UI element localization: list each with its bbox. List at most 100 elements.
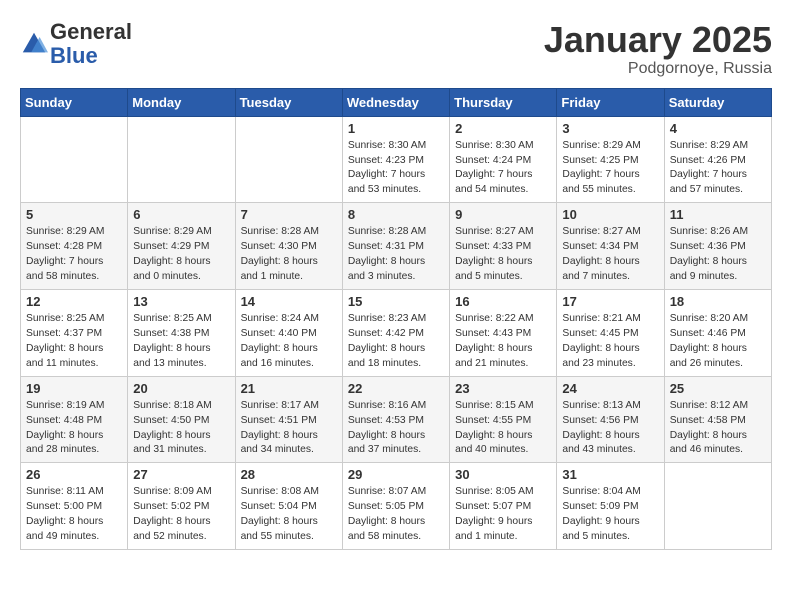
day-info: Sunrise: 8:07 AM Sunset: 5:05 PM Dayligh…	[348, 485, 444, 545]
day-number: 23	[455, 381, 551, 396]
month-title: January 2025	[544, 20, 772, 60]
calendar-week-row: 19 Sunrise: 8:19 AM Sunset: 4:48 PM Dayli…	[21, 376, 772, 463]
day-number: 29	[348, 467, 444, 482]
day-number: 3	[562, 121, 658, 136]
calendar-cell: 16Sunrise: 8:22 AM Sunset: 4:43 PM Dayli…	[450, 289, 557, 376]
day-info: Sunrise: 8:04 AM Sunset: 5:09 PM Dayligh…	[562, 485, 658, 545]
weekday-header: Thursday	[450, 88, 557, 116]
day-info: Sunrise: 8:19 AM Sunset: 4:48 PM Dayligh…	[26, 399, 122, 459]
weekday-header: Tuesday	[235, 88, 342, 116]
day-number: 10	[562, 207, 658, 222]
logo-icon	[20, 30, 48, 58]
weekday-header: Monday	[128, 88, 235, 116]
day-info: Sunrise: 8:26 AM Sunset: 4:36 PM Dayligh…	[670, 225, 766, 285]
calendar-header-row: SundayMondayTuesdayWednesdayThursdayFrid…	[21, 88, 772, 116]
day-info: Sunrise: 8:27 AM Sunset: 4:33 PM Dayligh…	[455, 225, 551, 285]
calendar-cell: 4 Sunrise: 8:29 AM Sunset: 4:26 PM Daylig…	[664, 116, 771, 203]
day-info: Sunrise: 8:17 AM Sunset: 4:51 PM Dayligh…	[241, 399, 337, 459]
day-info: Sunrise: 8:29 AM Sunset: 4:28 PM Dayligh…	[26, 225, 122, 285]
day-info: Sunrise: 8:23 AM Sunset: 4:42 PM Dayligh…	[348, 312, 444, 372]
day-number: 20	[133, 381, 229, 396]
weekday-header: Friday	[557, 88, 664, 116]
title-block: January 2025 Podgornoye, Russia	[544, 20, 772, 78]
day-info: Sunrise: 8:09 AM Sunset: 5:02 PM Dayligh…	[133, 485, 229, 545]
day-number: 16	[455, 294, 551, 309]
calendar-cell: 18 Sunrise: 8:20 AM Sunset: 4:46 PM Dayli…	[664, 289, 771, 376]
calendar-cell: 13 Sunrise: 8:25 AM Sunset: 4:38 PM Dayli…	[128, 289, 235, 376]
calendar-cell: 17Sunrise: 8:21 AM Sunset: 4:45 PM Dayli…	[557, 289, 664, 376]
weekday-header: Saturday	[664, 88, 771, 116]
calendar-cell: 7 Sunrise: 8:28 AM Sunset: 4:30 PM Daylig…	[235, 203, 342, 290]
calendar-cell: 25 Sunrise: 8:12 AM Sunset: 4:58 PM Dayli…	[664, 376, 771, 463]
calendar-cell: 30 Sunrise: 8:05 AM Sunset: 5:07 PM Dayli…	[450, 463, 557, 550]
calendar-cell	[235, 116, 342, 203]
calendar-cell: 3 Sunrise: 8:29 AM Sunset: 4:25 PM Daylig…	[557, 116, 664, 203]
calendar-cell: 14Sunrise: 8:24 AM Sunset: 4:40 PM Dayli…	[235, 289, 342, 376]
day-number: 8	[348, 207, 444, 222]
day-number: 31	[562, 467, 658, 482]
day-info: Sunrise: 8:08 AM Sunset: 5:04 PM Dayligh…	[241, 485, 337, 545]
day-number: 6	[133, 207, 229, 222]
calendar-cell: 2Sunrise: 8:30 AM Sunset: 4:24 PM Daylig…	[450, 116, 557, 203]
day-info: Sunrise: 8:18 AM Sunset: 4:50 PM Dayligh…	[133, 399, 229, 459]
day-number: 26	[26, 467, 122, 482]
day-number: 27	[133, 467, 229, 482]
calendar-cell: 28Sunrise: 8:08 AM Sunset: 5:04 PM Dayli…	[235, 463, 342, 550]
logo: General Blue	[20, 20, 132, 68]
day-info: Sunrise: 8:29 AM Sunset: 4:26 PM Dayligh…	[670, 139, 766, 199]
calendar-cell: 29 Sunrise: 8:07 AM Sunset: 5:05 PM Dayli…	[342, 463, 449, 550]
page-header: General Blue January 2025 Podgornoye, Ru…	[20, 20, 772, 78]
calendar-week-row: 12Sunrise: 8:25 AM Sunset: 4:37 PM Dayli…	[21, 289, 772, 376]
calendar-cell: 21 Sunrise: 8:17 AM Sunset: 4:51 PM Dayli…	[235, 376, 342, 463]
day-info: Sunrise: 8:27 AM Sunset: 4:34 PM Dayligh…	[562, 225, 658, 285]
day-info: Sunrise: 8:05 AM Sunset: 5:07 PM Dayligh…	[455, 485, 551, 545]
calendar-cell: 19 Sunrise: 8:19 AM Sunset: 4:48 PM Dayli…	[21, 376, 128, 463]
day-number: 19	[26, 381, 122, 396]
day-info: Sunrise: 8:21 AM Sunset: 4:45 PM Dayligh…	[562, 312, 658, 372]
calendar-cell: 10 Sunrise: 8:27 AM Sunset: 4:34 PM Dayli…	[557, 203, 664, 290]
calendar-cell: 22 Sunrise: 8:16 AM Sunset: 4:53 PM Dayli…	[342, 376, 449, 463]
day-number: 13	[133, 294, 229, 309]
day-number: 25	[670, 381, 766, 396]
day-number: 1	[348, 121, 444, 136]
calendar-cell	[21, 116, 128, 203]
calendar-cell: 26 Sunrise: 8:11 AM Sunset: 5:00 PM Dayli…	[21, 463, 128, 550]
day-number: 12	[26, 294, 122, 309]
calendar-cell: 23Sunrise: 8:15 AM Sunset: 4:55 PM Dayli…	[450, 376, 557, 463]
day-number: 11	[670, 207, 766, 222]
day-info: Sunrise: 8:30 AM Sunset: 4:24 PM Dayligh…	[455, 139, 551, 199]
day-info: Sunrise: 8:11 AM Sunset: 5:00 PM Dayligh…	[26, 485, 122, 545]
day-info: Sunrise: 8:28 AM Sunset: 4:30 PM Dayligh…	[241, 225, 337, 285]
day-info: Sunrise: 8:13 AM Sunset: 4:56 PM Dayligh…	[562, 399, 658, 459]
day-info: Sunrise: 8:16 AM Sunset: 4:53 PM Dayligh…	[348, 399, 444, 459]
day-number: 4	[670, 121, 766, 136]
day-info: Sunrise: 8:29 AM Sunset: 4:25 PM Dayligh…	[562, 139, 658, 199]
calendar-week-row: 1Sunrise: 8:30 AM Sunset: 4:23 PM Daylig…	[21, 116, 772, 203]
day-info: Sunrise: 8:12 AM Sunset: 4:58 PM Dayligh…	[670, 399, 766, 459]
calendar-week-row: 26 Sunrise: 8:11 AM Sunset: 5:00 PM Dayli…	[21, 463, 772, 550]
calendar-cell: 15 Sunrise: 8:23 AM Sunset: 4:42 PM Dayli…	[342, 289, 449, 376]
day-info: Sunrise: 8:24 AM Sunset: 4:40 PM Dayligh…	[241, 312, 337, 372]
day-number: 24	[562, 381, 658, 396]
day-number: 7	[241, 207, 337, 222]
location-text: Podgornoye, Russia	[544, 60, 772, 78]
weekday-header: Sunday	[21, 88, 128, 116]
calendar-cell	[128, 116, 235, 203]
day-number: 15	[348, 294, 444, 309]
calendar-cell: 31 Sunrise: 8:04 AM Sunset: 5:09 PM Dayli…	[557, 463, 664, 550]
calendar-cell: 12Sunrise: 8:25 AM Sunset: 4:37 PM Dayli…	[21, 289, 128, 376]
day-number: 30	[455, 467, 551, 482]
day-number: 22	[348, 381, 444, 396]
calendar-table: SundayMondayTuesdayWednesdayThursdayFrid…	[20, 88, 772, 550]
day-number: 9	[455, 207, 551, 222]
calendar-cell: 27 Sunrise: 8:09 AM Sunset: 5:02 PM Dayli…	[128, 463, 235, 550]
day-number: 21	[241, 381, 337, 396]
logo-blue-text: Blue	[50, 43, 98, 68]
calendar-cell: 24 Sunrise: 8:13 AM Sunset: 4:56 PM Dayli…	[557, 376, 664, 463]
day-info: Sunrise: 8:20 AM Sunset: 4:46 PM Dayligh…	[670, 312, 766, 372]
calendar-cell: 1Sunrise: 8:30 AM Sunset: 4:23 PM Daylig…	[342, 116, 449, 203]
calendar-cell: 6Sunrise: 8:29 AM Sunset: 4:29 PM Daylig…	[128, 203, 235, 290]
day-number: 18	[670, 294, 766, 309]
day-info: Sunrise: 8:25 AM Sunset: 4:38 PM Dayligh…	[133, 312, 229, 372]
day-info: Sunrise: 8:28 AM Sunset: 4:31 PM Dayligh…	[348, 225, 444, 285]
